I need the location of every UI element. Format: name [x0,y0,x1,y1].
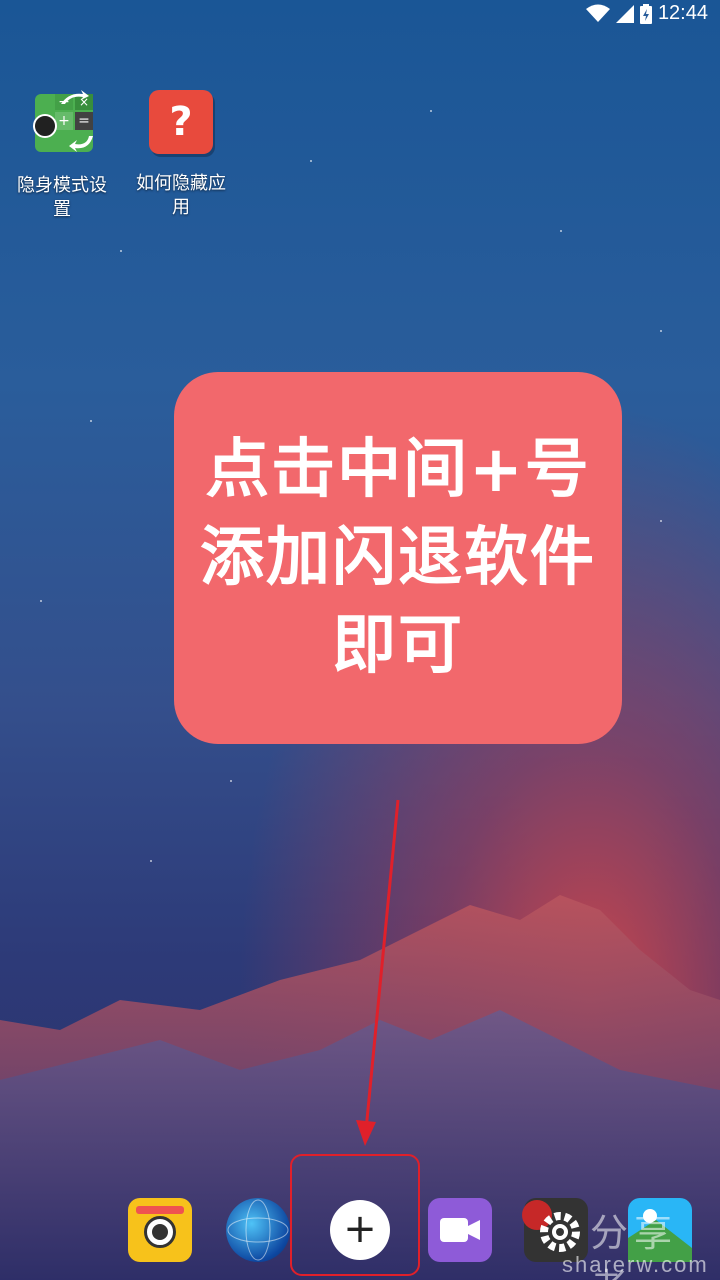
home-screen: 12:44 − × + = 隐身模式设置 ? 如何隐藏应用 点击中间+号 添加闪… [0,0,720,1280]
add-app-button[interactable]: + [330,1200,390,1260]
app-label: 如何隐藏应用 [136,173,226,218]
cellular-signal-icon [615,4,634,23]
video-app-icon[interactable] [428,1198,492,1262]
battery-icon [639,3,652,24]
camera-app-icon[interactable] [128,1198,192,1262]
clock: 12:44 [657,2,708,24]
calculator-app-icon: − × + = [29,90,95,156]
app-stealth-mode-settings[interactable]: − × + = 隐身模式设置 [2,90,122,222]
question-mark-app-icon: ? [149,90,213,154]
watermark-url: sharerw.com [562,1252,709,1277]
app-how-to-hide-apps[interactable]: ? 如何隐藏应用 [121,90,241,220]
callout-line: 即可 [332,609,464,683]
watermark: 分享者 sharerw.com [548,1202,720,1280]
globe-app-icon[interactable] [226,1198,290,1262]
status-bar: 12:44 [0,0,720,32]
app-label: 隐身模式设置 [17,175,107,220]
plus-icon: + [343,1206,377,1252]
callout-line: 添加闪退软件 [200,521,596,595]
callout-line: 点击中间+号 [205,433,591,507]
wifi-icon [585,4,610,22]
instruction-callout: 点击中间+号 添加闪退软件 即可 [174,372,622,744]
